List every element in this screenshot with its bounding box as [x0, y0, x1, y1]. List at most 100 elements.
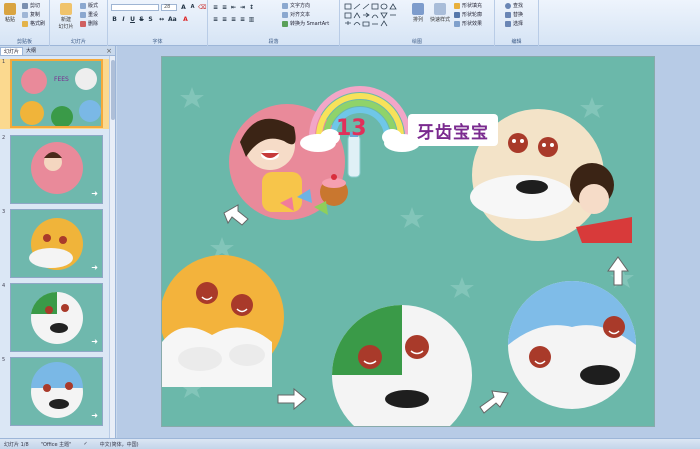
grow-font-icon[interactable]: A: [180, 4, 187, 11]
thumbnail-art: [31, 291, 83, 344]
drawing-group: 排列 快速样式 形状填充 形状轮廓 形状效果 绘图: [340, 0, 495, 46]
layout-button[interactable]: 版式: [80, 2, 98, 9]
bold-icon[interactable]: B: [111, 16, 118, 23]
copy-icon: [22, 11, 28, 18]
arrange-button[interactable]: 排列: [410, 3, 426, 23]
status-bar: 幻灯片 1/8 "Office 主题" ✓ 中文(简体，中国): [0, 438, 700, 449]
drawing-label: 绘图: [411, 39, 422, 45]
effects-icon: [454, 20, 460, 27]
bacteria-teeth-orange-circle: [162, 255, 284, 387]
replace-icon: [505, 11, 511, 18]
slide-title-box[interactable]: 牙齿宝宝: [408, 114, 498, 146]
thumbnail-art: [31, 362, 83, 418]
brush-icon: [22, 20, 28, 27]
thumbnail-art: [29, 218, 83, 270]
text-direction-button[interactable]: 文字方向: [282, 2, 310, 9]
tab-outline[interactable]: 大纲: [23, 47, 39, 54]
replace-button[interactable]: 替换: [505, 11, 523, 18]
thumbnail-image: ➜: [10, 357, 103, 426]
char-spacing-icon[interactable]: ↔: [158, 16, 165, 23]
slide-title: 牙齿宝宝: [417, 122, 489, 143]
thumbnail-number: 5: [2, 357, 6, 363]
underline-icon[interactable]: U: [129, 16, 136, 23]
shapes-gallery[interactable]: [344, 3, 404, 27]
text-direction-icon: [282, 2, 288, 9]
panel-tabs: 幻灯片 大纲 ×: [0, 46, 115, 56]
slide-thumbnail-2[interactable]: 2 ➜: [0, 135, 110, 205]
slide-thumbnail-4[interactable]: 4 ➜: [0, 283, 110, 353]
language: 中文(简体，中国): [99, 441, 139, 448]
cut-button[interactable]: 剪切: [22, 2, 40, 9]
smartart-button[interactable]: 转换为 SmartArt: [282, 20, 329, 27]
line-spacing-icon[interactable]: ↕: [248, 4, 255, 11]
font-label: 字体: [152, 39, 163, 45]
align-left-icon[interactable]: ≡: [212, 16, 219, 23]
slides-panel: 幻灯片 大纲 × 1 FEES 2 ➜ 3 ➜ 4 ➜ 5 ➜: [0, 46, 116, 438]
font-group: 28 A A ⌫ B I U S S ↔ Aa A 字体: [108, 0, 208, 46]
align-text-button[interactable]: 对齐文本: [282, 11, 310, 18]
shape-fill-button[interactable]: 形状填充: [454, 2, 482, 9]
font-color-icon[interactable]: A: [182, 16, 189, 23]
format-painter-button[interactable]: 格式刷: [22, 20, 45, 27]
shape-effects-button[interactable]: 形状效果: [454, 20, 482, 27]
thumbnail-art: FEES: [20, 68, 101, 126]
spellcheck-icon[interactable]: ✓: [83, 441, 87, 447]
font-name-combo[interactable]: [111, 4, 159, 11]
scissors-icon: [22, 2, 28, 9]
new-slide-button[interactable]: 新建 幻灯片: [56, 3, 76, 30]
close-icon[interactable]: ×: [106, 47, 112, 55]
paste-button[interactable]: 粘贴: [2, 3, 18, 23]
thumbnail-image: ➜: [10, 135, 103, 204]
shadow-icon[interactable]: S: [147, 16, 154, 23]
delete-button[interactable]: 删除: [80, 20, 98, 27]
arrow-right-icon: ➜: [91, 263, 98, 272]
arrow-right-icon: ➜: [91, 411, 98, 420]
cursor-icon: [505, 20, 511, 27]
thumbnail-image: FEES: [10, 59, 103, 128]
reset-icon: [80, 11, 86, 18]
copy-button[interactable]: 复制: [22, 11, 40, 18]
clear-format-icon[interactable]: ⌫: [198, 4, 206, 11]
select-button[interactable]: 选择: [505, 20, 523, 27]
scrollbar-thumb[interactable]: [111, 60, 115, 120]
slide-thumbnail-3[interactable]: 3 ➜: [0, 209, 110, 279]
strikethrough-icon[interactable]: S: [138, 16, 145, 23]
italic-icon[interactable]: I: [120, 16, 127, 23]
slide[interactable]: 13 牙齿宝宝: [161, 56, 655, 427]
shape-outline-button[interactable]: 形状轮廓: [454, 11, 482, 18]
delete-icon: [80, 20, 86, 27]
decrease-indent-icon[interactable]: ⇤: [230, 4, 237, 11]
change-case-icon[interactable]: Aa: [168, 16, 177, 23]
thumbnail-number: 4: [2, 283, 6, 289]
justify-icon[interactable]: ≡: [239, 16, 246, 23]
slide-thumbnail-1[interactable]: 1 FEES: [0, 59, 110, 129]
quick-styles-button[interactable]: 快速样式: [429, 3, 451, 23]
slides-group: 新建 幻灯片 版式 重设 删除 幻灯片: [50, 0, 108, 46]
ribbon: 粘贴 剪切 复制 格式刷 剪贴板 新建 幻灯片 版式 重设 删除 幻灯片 28 …: [0, 0, 700, 46]
increase-indent-icon[interactable]: ⇥: [239, 4, 246, 11]
slide-thumbnail-5[interactable]: 5 ➜: [0, 357, 110, 427]
thumbnail-number: 3: [2, 209, 6, 215]
thumbnail-number: 1: [2, 59, 6, 65]
shrink-font-icon[interactable]: A: [189, 4, 196, 11]
align-text-icon: [282, 11, 288, 18]
slides-label: 幻灯片: [70, 39, 86, 45]
reset-button[interactable]: 重设: [80, 11, 98, 18]
align-center-icon[interactable]: ≡: [221, 16, 228, 23]
slide-canvas: 13 牙齿宝宝: [117, 46, 700, 438]
align-right-icon[interactable]: ≡: [230, 16, 237, 23]
panel-scrollbar[interactable]: [109, 56, 115, 438]
find-button[interactable]: 查找: [505, 2, 523, 9]
tab-slides[interactable]: 幻灯片: [0, 46, 24, 55]
arrow-down-left-icon: [223, 204, 249, 226]
bullets-icon[interactable]: ≡: [212, 4, 219, 11]
paragraph-label: 段落: [268, 39, 279, 45]
arrow-right-icon: [277, 387, 307, 411]
columns-icon[interactable]: ▥: [248, 16, 255, 23]
clipboard-icon: [4, 3, 16, 15]
thumbnail-number: 2: [2, 135, 6, 141]
numbering-icon[interactable]: ≡: [221, 4, 228, 11]
editing-label: 编辑: [511, 39, 522, 45]
theme-name: "Office 主题": [40, 441, 72, 448]
font-size-combo[interactable]: 28: [161, 4, 177, 11]
